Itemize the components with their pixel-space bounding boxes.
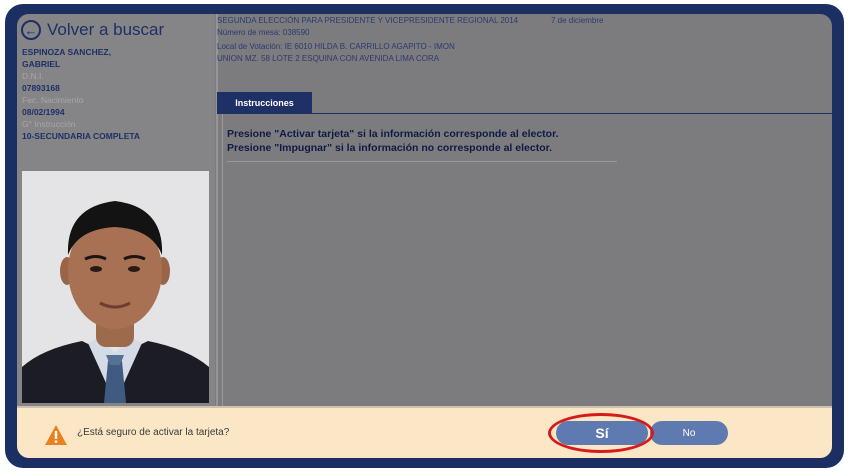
instruction-challenge: Presione "Impugnar" si la información no…: [227, 142, 553, 154]
elector-name-line2: GABRIEL: [22, 59, 61, 69]
instructions-divider: [227, 161, 617, 162]
back-to-search-button[interactable]: ← Volver a buscar: [21, 16, 164, 44]
elector-photo: [22, 171, 209, 403]
instructions-text: Presione "Activar tarjeta" si la informa…: [227, 127, 647, 155]
confirmation-bar: ¿Está seguro de activar la tarjeta? Sí N…: [17, 406, 832, 458]
instruction-activate: Presione "Activar tarjeta" si la informa…: [227, 128, 559, 140]
election-title: SEGUNDA ELECCIÓN PARA PRESIDENTE Y VICEP…: [217, 16, 519, 25]
election-header: SEGUNDA ELECCIÓN PARA PRESIDENTE Y VICEP…: [217, 14, 832, 84]
portrait-image: [22, 171, 209, 403]
device-frame: ← Volver a buscar ESPINOZA SANCHEZ, GABR…: [5, 4, 844, 468]
warning-triangle-icon: [45, 425, 67, 445]
screen: ← Volver a buscar ESPINOZA SANCHEZ, GABR…: [17, 14, 832, 458]
table-number: Número de mesa: 038590: [217, 28, 310, 37]
birth-value: 08/02/1994: [22, 107, 65, 117]
education-value: 10-SECUNDARIA COMPLETA: [22, 131, 141, 141]
voting-location-line1: Local de Votación: IE 6010 HILDA B. CARR…: [217, 42, 455, 51]
panel-left-border: [222, 114, 223, 406]
panel-top-border: [217, 113, 832, 114]
back-label: Volver a buscar: [47, 20, 165, 39]
tab-instructions[interactable]: Instrucciones: [217, 92, 312, 114]
education-label: G° Instrucción: [22, 119, 76, 129]
birth-label: Fec. Nacimiento: [22, 95, 84, 105]
voting-location-line2: UNION MZ. 58 LOTE 2 ESQUINA CON AVENIDA …: [217, 54, 440, 63]
election-date: 7 de diciembre: [551, 16, 604, 25]
no-button[interactable]: No: [650, 421, 728, 445]
confirmation-question: ¿Está seguro de activar la tarjeta?: [77, 427, 230, 438]
yes-button-highlight: [548, 413, 654, 453]
elector-panel: ← Volver a buscar ESPINOZA SANCHEZ, GABR…: [17, 14, 215, 406]
arrow-left-circle-icon: ←: [21, 20, 41, 40]
dni-label: D.N.I.: [22, 71, 44, 81]
elector-info: ESPINOZA SANCHEZ, GABRIEL D.N.I. 0789316…: [22, 46, 212, 142]
dni-value: 07893168: [22, 83, 60, 93]
elector-name-line1: ESPINOZA SANCHEZ,: [22, 47, 111, 57]
